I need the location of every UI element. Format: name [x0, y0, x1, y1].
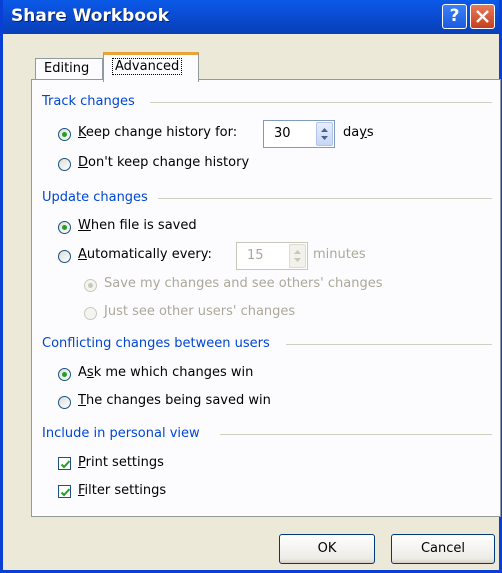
checkmark-icon: [60, 488, 71, 497]
when-saved-radio[interactable]: [58, 221, 71, 234]
label-text: eep change history for:: [85, 125, 238, 140]
cancel-button[interactable]: Cancel: [391, 534, 495, 564]
label-text: da: [343, 125, 360, 140]
spin-buttons[interactable]: [316, 122, 333, 146]
mnemonic: s: [86, 365, 94, 380]
print-settings-label[interactable]: Print settings: [78, 455, 164, 470]
tab-editing[interactable]: Editing: [35, 58, 103, 80]
personal-view-group: Include in personal view: [42, 426, 492, 441]
filter-settings-checkbox[interactable]: [58, 485, 71, 498]
close-button[interactable]: [470, 4, 495, 29]
minutes-stepper[interactable]: 15: [236, 242, 308, 270]
update-changes-heading: Update changes: [42, 190, 148, 205]
spin-buttons[interactable]: [289, 244, 306, 268]
question-icon: ?: [449, 6, 460, 26]
mnemonic: y: [359, 125, 367, 140]
ask-me-label[interactable]: Ask me which changes win: [78, 365, 253, 380]
conflicting-changes-heading: Conflicting changes between users: [42, 336, 270, 351]
tab-editing-label: Editing: [44, 61, 90, 76]
automatically-radio[interactable]: [58, 250, 71, 263]
label-text: utomatically every:: [86, 247, 212, 262]
update-changes-group: Update changes: [42, 190, 492, 205]
personal-view-heading: Include in personal view: [42, 426, 200, 441]
dont-keep-history-label[interactable]: Don't keep change history: [78, 155, 249, 170]
history-days-value: 30: [274, 126, 291, 141]
filter-settings-label[interactable]: Filter settings: [78, 483, 166, 498]
spin-arrows-icon: [294, 250, 301, 262]
label-text: rint settings: [85, 455, 164, 470]
mnemonic: K: [78, 125, 86, 140]
label-text: on't keep change history: [88, 155, 250, 170]
print-settings-checkbox[interactable]: [58, 457, 71, 470]
spin-arrows-icon: [321, 128, 328, 140]
group-divider: [286, 344, 492, 345]
days-label: days: [343, 125, 374, 140]
checkmark-icon: [60, 460, 71, 469]
save-and-see-radio[interactable]: [84, 279, 97, 292]
label-text: he changes being saved win: [85, 393, 271, 408]
mnemonic: P: [78, 455, 86, 470]
share-workbook-dialog: Share Workbook ? Editing Advanced Track …: [0, 0, 502, 573]
mnemonic: T: [78, 393, 86, 408]
label-text: s: [366, 125, 374, 140]
group-divider: [150, 102, 492, 103]
minutes-label: minutes: [313, 247, 366, 262]
history-days-stepper[interactable]: 30: [263, 120, 335, 148]
when-saved-label[interactable]: When file is saved: [78, 218, 197, 233]
label-text: A: [78, 365, 87, 380]
saved-wins-label[interactable]: The changes being saved win: [78, 393, 271, 408]
mnemonic: D: [78, 155, 89, 170]
mnemonic: W: [78, 218, 91, 233]
ask-me-radio[interactable]: [58, 368, 71, 381]
advanced-panel: Track changes Keep change history for: 3…: [31, 79, 501, 517]
mnemonic: A: [78, 247, 87, 262]
tab-advanced-label: Advanced: [112, 58, 183, 75]
group-divider: [158, 198, 492, 199]
ok-button[interactable]: OK: [279, 534, 375, 564]
keep-history-label[interactable]: Keep change history for:: [78, 125, 237, 140]
keep-history-radio[interactable]: [58, 128, 71, 141]
group-divider: [220, 434, 492, 435]
label-text: hen file is saved: [90, 218, 197, 233]
track-changes-heading: Track changes: [42, 94, 135, 109]
automatically-label[interactable]: Automatically every:: [78, 247, 212, 262]
dont-keep-history-radio[interactable]: [58, 158, 71, 171]
just-see-label[interactable]: Just see other users' changes: [104, 304, 295, 319]
minutes-value: 15: [247, 248, 264, 263]
label-text: k me which changes win: [93, 365, 254, 380]
close-icon: [476, 10, 489, 23]
save-and-see-label[interactable]: Save my changes and see others' changes: [104, 276, 383, 291]
conflicting-changes-group: Conflicting changes between users: [42, 336, 492, 351]
saved-wins-radio[interactable]: [58, 396, 71, 409]
window-title: Share Workbook: [11, 6, 169, 26]
track-changes-group: Track changes: [42, 94, 492, 109]
help-button[interactable]: ?: [442, 4, 467, 29]
label-text: ilter settings: [84, 483, 167, 498]
just-see-radio[interactable]: [84, 307, 97, 320]
title-bar[interactable]: Share Workbook ?: [3, 0, 499, 34]
tab-advanced[interactable]: Advanced: [103, 52, 199, 82]
